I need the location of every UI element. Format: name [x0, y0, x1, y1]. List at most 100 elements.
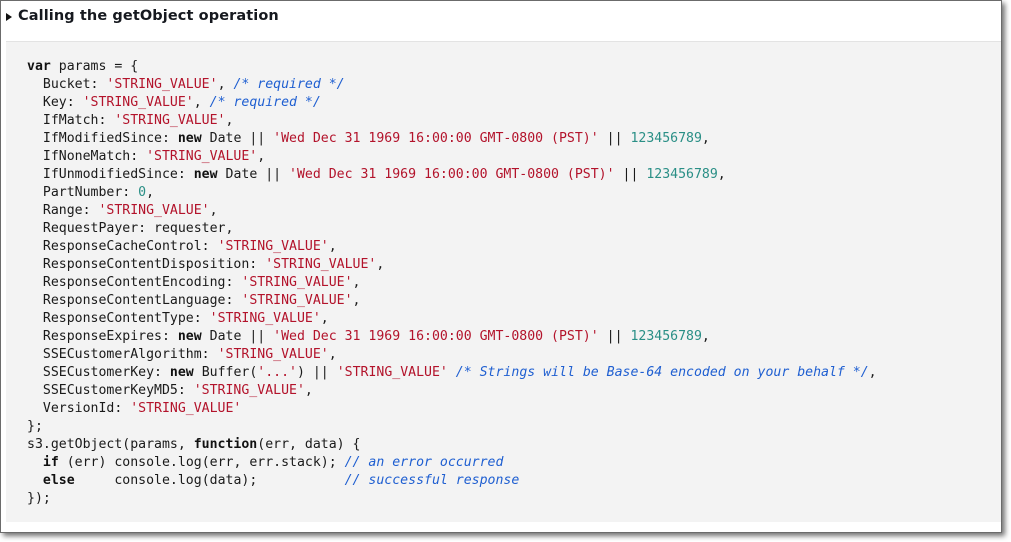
code-example-title: Calling the getObject operation [18, 8, 279, 24]
code-comment: /* Strings will be Base-64 encoded on yo… [455, 365, 869, 380]
code-text: ResponseExpires: [27, 329, 178, 344]
code-text: IfUnmodifiedSince: [27, 167, 194, 182]
code-text: Date || [201, 131, 274, 146]
code-text: Date || [201, 329, 274, 344]
code-string: 'STRING_VALUE' [241, 293, 353, 308]
code-line: var params = { [27, 58, 877, 76]
code-text: || [614, 167, 647, 182]
code-line: Range: 'STRING_VALUE', [27, 202, 877, 220]
code-line: else console.log(data); // successful re… [27, 472, 877, 490]
code-string: 'Wed Dec 31 1969 16:00:00 GMT-0800 (PST)… [273, 131, 599, 146]
code-text: , [320, 311, 329, 326]
code-text: VersionId: [27, 401, 131, 416]
code-text: , [304, 383, 313, 398]
code-line: IfMatch: 'STRING_VALUE', [27, 112, 877, 130]
code-keyword: else [42, 473, 75, 488]
code-comment: // an error occurred [344, 455, 504, 470]
code-string: 'STRING_VALUE' [130, 401, 242, 416]
code-example-toggle[interactable]: Calling the getObject operation [6, 5, 279, 27]
code-string: 'STRING_VALUE' [217, 239, 329, 254]
code-number: 0 [138, 185, 147, 200]
code-string: 'Wed Dec 31 1969 16:00:00 GMT-0800 (PST)… [289, 167, 615, 182]
code-number: 123456789 [646, 167, 718, 182]
code-string: 'STRING_VALUE' [336, 365, 448, 380]
code-text: , [352, 275, 361, 290]
code-keyword: new [177, 329, 202, 344]
code-number: 123456789 [630, 329, 702, 344]
code-text: params = { [50, 59, 139, 74]
code-text: Bucket: [27, 77, 107, 92]
code-text: ResponseContentType: [27, 311, 210, 326]
code-text: , [701, 131, 710, 146]
code-line: VersionId: 'STRING_VALUE' [27, 400, 877, 418]
code-text: , [225, 113, 234, 128]
code-number: 123456789 [630, 131, 702, 146]
code-text: RequestPayer: requester, [27, 221, 234, 236]
code-line: ResponseExpires: new Date || 'Wed Dec 31… [27, 328, 877, 346]
code-text: console.log(data); [74, 473, 345, 488]
code-line: Bucket: 'STRING_VALUE', /* required */ [27, 76, 877, 94]
code-text: }); [27, 491, 51, 506]
code-text: IfNoneMatch: [27, 149, 147, 164]
code-text: Range: [27, 203, 99, 218]
caret-right-icon [6, 12, 12, 21]
code-line: ResponseContentLanguage: 'STRING_VALUE', [27, 292, 877, 310]
code-text: SSECustomerAlgorithm: [27, 347, 218, 362]
code-string: 'STRING_VALUE' [241, 275, 353, 290]
code-text: PartNumber: [27, 185, 139, 200]
code-string: 'STRING_VALUE' [217, 347, 329, 362]
code-keyword: new [193, 167, 218, 182]
code-string: 'STRING_VALUE' [265, 257, 377, 272]
code-text: , [328, 347, 337, 362]
code-keyword: new [177, 131, 202, 146]
code-block: var params = { Bucket: 'STRING_VALUE', /… [6, 41, 1001, 522]
code-text: IfMatch: [27, 113, 115, 128]
code-text: ResponseContentLanguage: [27, 293, 242, 308]
code-string: 'STRING_VALUE' [193, 383, 305, 398]
code-text: ResponseCacheControl: [27, 239, 218, 254]
code-text: , [868, 365, 877, 380]
code-text: , [352, 293, 361, 308]
code-string: 'STRING_VALUE' [98, 203, 210, 218]
code-line: Key: 'STRING_VALUE', /* required */ [27, 94, 877, 112]
code-text: ResponseContentDisposition: [27, 257, 266, 272]
code-line: RequestPayer: requester, [27, 220, 877, 238]
code-text: , [376, 257, 385, 272]
code-line: if (err) console.log(err, err.stack); //… [27, 454, 877, 472]
code-text: }; [27, 419, 43, 434]
code-keyword: function [193, 437, 258, 452]
code-keyword: if [42, 455, 59, 470]
code-keyword: new [169, 365, 194, 380]
code-line: s3.getObject(params, function(err, data)… [27, 436, 877, 454]
code-line: ResponseCacheControl: 'STRING_VALUE', [27, 238, 877, 256]
code-text: ) || [296, 365, 337, 380]
code-content: var params = { Bucket: 'STRING_VALUE', /… [27, 58, 877, 508]
code-string: 'Wed Dec 31 1969 16:00:00 GMT-0800 (PST)… [273, 329, 599, 344]
code-text: s3.getObject(params, [27, 437, 194, 452]
code-string: 'STRING_VALUE' [82, 95, 194, 110]
code-text: ResponseContentEncoding: [27, 275, 242, 290]
code-comment: /* required */ [233, 77, 345, 92]
code-text: , [717, 167, 726, 182]
code-line: }); [27, 490, 877, 508]
code-line: ResponseContentEncoding: 'STRING_VALUE', [27, 274, 877, 292]
code-text: , [193, 95, 210, 110]
code-line: PartNumber: 0, [27, 184, 877, 202]
code-text: Date || [217, 167, 290, 182]
code-line: ResponseContentDisposition: 'STRING_VALU… [27, 256, 877, 274]
code-comment: // successful response [344, 473, 520, 488]
code-line: SSECustomerAlgorithm: 'STRING_VALUE', [27, 346, 877, 364]
code-text: , [257, 149, 266, 164]
code-text: , [701, 329, 710, 344]
code-text: , [146, 185, 155, 200]
code-text: SSECustomerKeyMD5: [27, 383, 194, 398]
code-string: 'STRING_VALUE' [146, 149, 258, 164]
code-text: , [209, 203, 218, 218]
code-text: , [328, 239, 337, 254]
code-text: SSECustomerKey: [27, 365, 170, 380]
code-line: IfUnmodifiedSince: new Date || 'Wed Dec … [27, 166, 877, 184]
code-string: 'STRING_VALUE' [114, 113, 226, 128]
